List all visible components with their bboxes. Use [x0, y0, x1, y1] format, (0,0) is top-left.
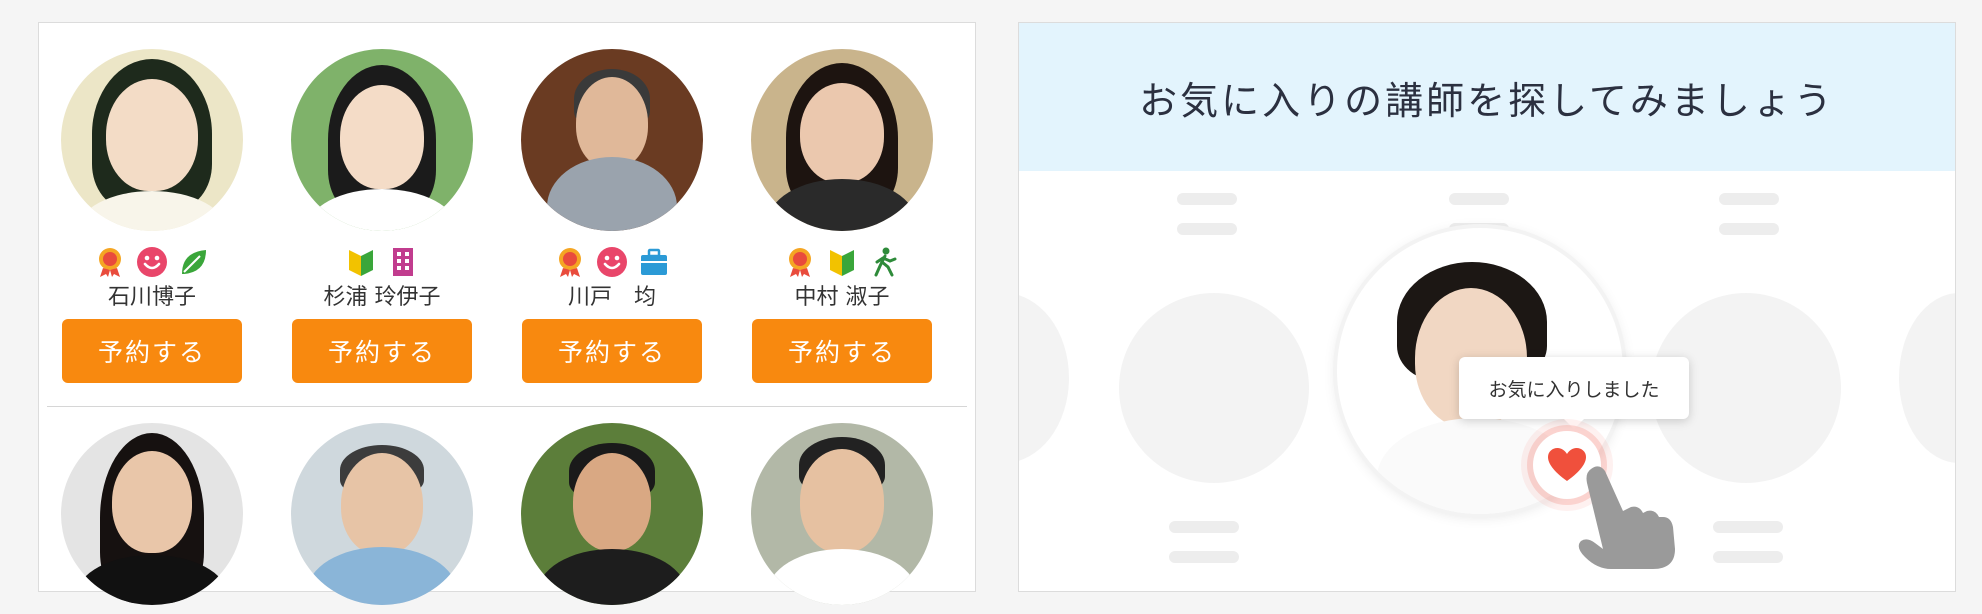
teacher-name: 石川博子 — [107, 285, 196, 310]
teacher-avatar[interactable] — [751, 49, 933, 231]
teacher-name: 杉浦 玲伊子 — [323, 285, 441, 310]
favorited-tooltip: お気に入りしました — [1459, 357, 1689, 429]
beginner-mark-icon — [830, 250, 854, 276]
teacher-name: 中村 淑子 — [794, 285, 890, 310]
badge-row — [289, 243, 475, 281]
placeholder-text — [1169, 521, 1239, 533]
teacher-avatar[interactable] — [521, 49, 703, 231]
placeholder-text — [1177, 223, 1237, 235]
teacher-card — [749, 423, 935, 605]
teacher-avatar[interactable] — [61, 423, 243, 605]
placeholder-text — [1719, 193, 1779, 205]
placeholder-text — [1719, 223, 1779, 235]
placeholder-avatar — [1019, 293, 1069, 463]
smile-icon — [137, 247, 167, 277]
badge-row — [519, 243, 705, 281]
book-button[interactable]: 予約する — [522, 319, 702, 383]
placeholder-text — [1177, 193, 1237, 205]
teacher-card: 中村 淑子 予約する — [749, 49, 935, 383]
book-button[interactable]: 予約する — [62, 319, 242, 383]
teacher-card — [289, 423, 475, 605]
placeholder-text — [1713, 551, 1783, 563]
placeholder-text — [1169, 551, 1239, 563]
teacher-avatar[interactable] — [291, 49, 473, 231]
briefcase-icon — [641, 248, 667, 275]
teacher-avatar[interactable] — [291, 423, 473, 605]
favorite-promo-panel: お気に入りの講師を探してみましょう お気に入りしました — [1018, 22, 1956, 592]
smile-icon — [597, 247, 627, 277]
placeholder-avatar — [1119, 293, 1309, 483]
leaf-icon — [182, 250, 206, 274]
teacher-card — [519, 423, 705, 605]
row-divider — [47, 406, 967, 407]
teacher-card — [59, 423, 245, 605]
placeholder-text — [1449, 193, 1509, 205]
pointer-hand-icon — [1578, 466, 1675, 569]
badge-row — [749, 243, 935, 281]
placeholder-text — [1713, 521, 1783, 533]
teacher-card: 川戸 均 予約する — [519, 49, 705, 383]
beginner-mark-icon — [349, 250, 373, 276]
teacher-list-panel: 石川博子 予約する 杉浦 玲伊子 予約する 川戸 均 予約する 中村 淑子 予約… — [38, 22, 976, 605]
teacher-name: 川戸 均 — [567, 285, 656, 310]
teacher-card: 杉浦 玲伊子 予約する — [289, 49, 475, 383]
certified-ribbon-icon — [789, 248, 811, 277]
building-icon — [393, 248, 413, 276]
teacher-avatar[interactable] — [751, 423, 933, 605]
badge-row — [59, 243, 245, 281]
certified-ribbon-icon — [559, 248, 581, 277]
promo-banner: お気に入りの講師を探してみましょう — [1019, 23, 1955, 171]
teacher-avatar[interactable] — [521, 423, 703, 605]
walking-person-icon — [874, 247, 897, 277]
placeholder-avatar — [1899, 293, 1955, 463]
book-button[interactable]: 予約する — [752, 319, 932, 383]
certified-ribbon-icon — [99, 248, 121, 277]
teacher-card: 石川博子 予約する — [59, 49, 245, 383]
book-button[interactable]: 予約する — [292, 319, 472, 383]
teacher-avatar[interactable] — [61, 49, 243, 231]
